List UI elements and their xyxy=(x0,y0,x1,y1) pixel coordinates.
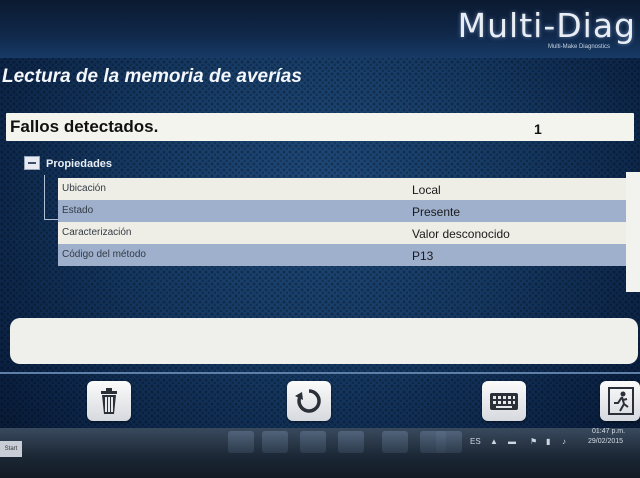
property-value: P13 xyxy=(412,249,434,263)
keyboard-button[interactable] xyxy=(482,381,526,421)
property-key: Caracterización xyxy=(62,227,132,238)
tray-arrow-icon[interactable]: ▲ xyxy=(490,437,498,446)
tray-signal-icon[interactable]: ▮ xyxy=(546,437,550,446)
taskbar-app-icon[interactable] xyxy=(382,431,408,453)
properties-title: Propiedades xyxy=(46,158,113,170)
taskbar-app-icon[interactable] xyxy=(228,431,254,453)
refresh-button[interactable] xyxy=(287,381,331,421)
taskbar-app-icon[interactable] xyxy=(262,431,288,453)
taskbar-app-icon[interactable] xyxy=(436,431,462,453)
faults-detected-bar[interactable]: Fallos detectados. 1 xyxy=(6,113,634,141)
property-key: Estado xyxy=(62,205,94,216)
keyboard-icon xyxy=(490,393,518,410)
clock-date[interactable]: 29/02/2015 xyxy=(588,438,623,445)
exit-icon xyxy=(608,387,634,415)
property-row-location[interactable]: Ubicación Local xyxy=(58,178,630,200)
taskbar-app-icon[interactable] xyxy=(338,431,364,453)
clock-time[interactable]: 01:47 p.m. xyxy=(592,428,625,435)
tray-network-icon[interactable]: ▬ xyxy=(508,437,516,446)
header-bar: Multi-Diag Multi-Make Diagnostics xyxy=(0,0,640,58)
page-title: Lectura de la memoria de averías xyxy=(2,66,302,87)
property-row-characterization[interactable]: Caracterización Valor desconocido xyxy=(58,222,630,244)
tray-volume-icon[interactable]: ♪ xyxy=(562,437,566,446)
properties-table: Ubicación Local Estado Presente Caracter… xyxy=(58,178,630,266)
property-value: Presente xyxy=(412,205,461,219)
toolbar-divider xyxy=(0,372,640,374)
property-row-method-code[interactable]: Código del método P13 xyxy=(58,244,630,266)
brand-subtitle: Multi-Make Diagnostics xyxy=(547,44,610,50)
exit-button[interactable] xyxy=(600,381,640,421)
language-indicator[interactable]: ES xyxy=(470,437,481,446)
trash-icon xyxy=(101,388,117,414)
faults-count: 1 xyxy=(534,121,542,137)
property-row-status[interactable]: Estado Presente xyxy=(58,200,630,222)
property-value: Valor desconocido xyxy=(412,227,510,241)
property-key: Ubicación xyxy=(62,183,106,194)
property-value: Local xyxy=(412,183,441,197)
refresh-icon xyxy=(295,389,321,413)
tray-flag-icon[interactable]: ⚑ xyxy=(530,437,537,446)
message-box xyxy=(10,318,638,364)
collapse-toggle-icon[interactable] xyxy=(24,156,40,170)
tree-connector xyxy=(44,175,59,220)
property-key: Código del método xyxy=(62,249,146,260)
faults-label: Fallos detectados. xyxy=(10,117,159,136)
side-scroll-panel[interactable] xyxy=(626,172,640,292)
delete-button[interactable] xyxy=(87,381,131,421)
start-button[interactable]: Start xyxy=(0,441,22,457)
taskbar-app-icon[interactable] xyxy=(300,431,326,453)
application-screen: Multi-Diag Multi-Make Diagnostics Lectur… xyxy=(0,0,640,478)
brand-logo: Multi-Diag xyxy=(457,6,636,45)
